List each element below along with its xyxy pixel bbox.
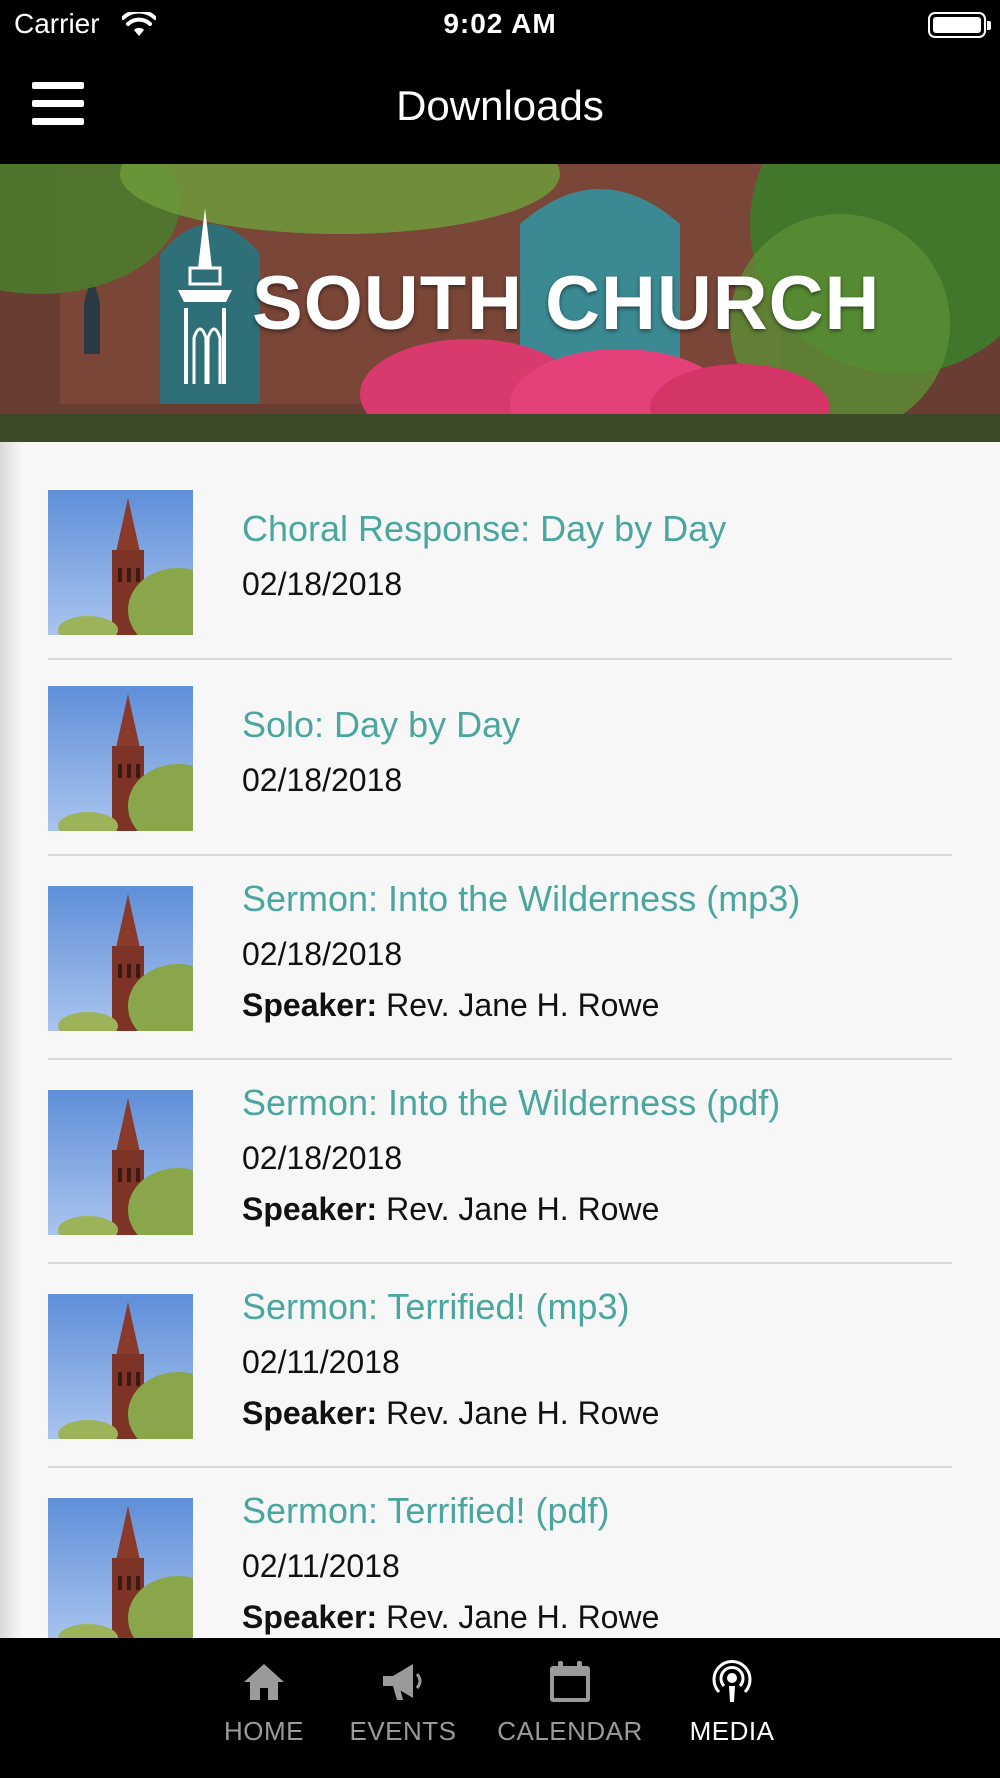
speaker-name: Rev. Jane H. Rowe (386, 987, 660, 1023)
speaker-label: Speaker: (242, 987, 378, 1023)
speaker-label: Speaker: (242, 1395, 378, 1431)
downloads-list[interactable]: Choral Response: Day by Day 02/18/2018 Sol… (0, 442, 1000, 1638)
item-date: 02/18/2018 (242, 762, 403, 798)
item-title[interactable]: Sermon: Terrified! (mp3) (242, 1286, 629, 1328)
tab-events-label: EVENTS (349, 1716, 457, 1746)
tab-media-label: MEDIA (689, 1716, 775, 1746)
item-speaker: Speaker: Rev. Jane H. Rowe (242, 1599, 659, 1636)
item-date: 02/18/2018 (242, 936, 403, 972)
church-steeple-logo-icon (178, 208, 232, 384)
tab-events[interactable]: EVENTS (323, 1658, 483, 1758)
podcast-icon (712, 1660, 752, 1702)
item-date: 02/11/2018 (242, 1344, 400, 1380)
page-title: Downloads (396, 82, 604, 129)
tab-calendar-label: CALENDAR (497, 1716, 643, 1746)
item-speaker: Speaker: Rev. Jane H. Rowe (242, 987, 659, 1024)
tab-home[interactable]: HOME (184, 1658, 344, 1758)
menu-edge-shadow (0, 442, 22, 1638)
navigation-bar: Downloads (0, 52, 1000, 164)
media-thumbnail (48, 1294, 193, 1439)
clock: 9:02 AM (443, 8, 557, 39)
item-title[interactable]: Sermon: Into the Wilderness (pdf) (242, 1082, 780, 1124)
tab-media[interactable]: MEDIA (652, 1658, 812, 1758)
item-title[interactable]: Sermon: Terrified! (pdf) (242, 1490, 609, 1532)
speaker-label: Speaker: (242, 1599, 378, 1635)
media-thumbnail (48, 1090, 193, 1235)
church-banner: SOUTH CHURCH (0, 164, 1000, 442)
item-title[interactable]: Sermon: Into the Wilderness (mp3) (242, 878, 800, 920)
app-screen: Carrier 9:02 AM Downloads SOUTH CHURCH C… (0, 0, 1000, 1778)
list-divider (48, 1262, 952, 1264)
banner-title: SOUTH CHURCH (252, 261, 881, 346)
list-divider (48, 1058, 952, 1060)
tab-bar: HOME EVENTS CALENDAR MEDIA (0, 1638, 1000, 1778)
item-speaker: Speaker: Rev. Jane H. Rowe (242, 1395, 659, 1432)
media-thumbnail (48, 686, 193, 831)
list-divider (48, 658, 952, 660)
item-title[interactable]: Solo: Day by Day (242, 704, 520, 746)
item-speaker: Speaker: Rev. Jane H. Rowe (242, 1191, 659, 1228)
speaker-name: Rev. Jane H. Rowe (386, 1191, 660, 1227)
media-thumbnail (48, 490, 193, 635)
home-icon (244, 1664, 284, 1700)
list-divider (48, 854, 952, 856)
item-title[interactable]: Choral Response: Day by Day (242, 508, 726, 550)
megaphone-icon (383, 1664, 422, 1700)
status-bar: Carrier 9:02 AM (0, 0, 1000, 52)
item-date: 02/18/2018 (242, 1140, 403, 1176)
battery-icon (928, 12, 991, 38)
list-divider (48, 1466, 952, 1468)
tab-calendar[interactable]: CALENDAR (490, 1658, 650, 1758)
item-date: 02/11/2018 (242, 1548, 400, 1584)
speaker-name: Rev. Jane H. Rowe (386, 1599, 660, 1635)
speaker-name: Rev. Jane H. Rowe (386, 1395, 660, 1431)
media-thumbnail (48, 1498, 193, 1638)
calendar-icon (550, 1661, 590, 1702)
speaker-label: Speaker: (242, 1191, 378, 1227)
tab-home-label: HOME (224, 1716, 304, 1746)
media-thumbnail (48, 886, 193, 1031)
item-date: 02/18/2018 (242, 566, 403, 602)
